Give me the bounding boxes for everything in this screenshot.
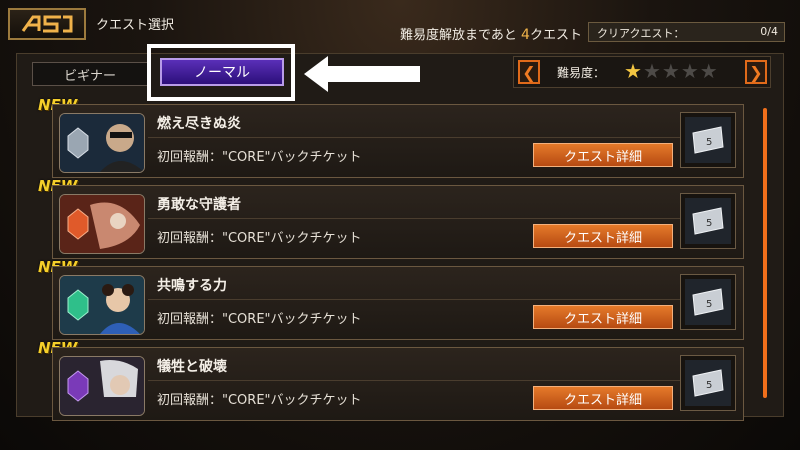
- core-ticket-icon: 5: [685, 198, 731, 244]
- quest-reward: 初回報酬："CORE"バックチケット: [157, 231, 362, 246]
- divider: [148, 137, 732, 138]
- quest-name: 犠牲と破壊: [157, 359, 227, 375]
- annotation-highlight-box: [147, 44, 295, 101]
- quest-detail-button[interactable]: クエスト詳細: [533, 386, 673, 410]
- quest-item-1[interactable]: 燃え尽きぬ炎 初回報酬："CORE"バックチケット クエスト詳細: [52, 104, 744, 178]
- core-ticket-icon: 5: [685, 279, 731, 325]
- ticket-number: 5: [706, 218, 712, 229]
- quest-portrait: [59, 356, 145, 416]
- unlock-count: 4: [521, 27, 530, 43]
- divider: [148, 299, 732, 300]
- scrollbar[interactable]: [763, 108, 767, 398]
- clear-quest-label: クリアクエスト：: [597, 27, 685, 40]
- reward-ticket[interactable]: 5: [680, 355, 736, 411]
- quest-item-2[interactable]: 勇敢な守護者 初回報酬："CORE"バックチケット クエスト詳細: [52, 185, 744, 259]
- quest-reward: 初回報酬："CORE"バックチケット: [157, 393, 362, 408]
- divider: [148, 218, 732, 219]
- star-empty-icon: ★: [699, 59, 718, 83]
- star-empty-icon: ★: [661, 59, 680, 83]
- quest-name: 勇敢な守護者: [157, 197, 241, 213]
- unlock-suffix: クエスト: [529, 28, 582, 43]
- quest-name: 燃え尽きぬ炎: [157, 116, 241, 132]
- quest-portrait: [59, 194, 145, 254]
- quest-reward: 初回報酬："CORE"バックチケット: [157, 150, 362, 165]
- back-button[interactable]: [8, 8, 86, 40]
- tab-beginner[interactable]: ビギナー: [32, 62, 148, 86]
- chevron-left-icon[interactable]: ❮: [518, 60, 540, 84]
- game-logo-icon: [21, 15, 73, 33]
- difficulty-stars: ★ ★ ★ ★ ★: [624, 60, 718, 82]
- ticket-number: 5: [706, 299, 712, 310]
- quest-reward: 初回報酬："CORE"バックチケット: [157, 312, 362, 327]
- clear-quest-counter: クリアクエスト： 0/4: [588, 22, 785, 42]
- core-ticket-icon: 5: [685, 117, 731, 163]
- quest-detail-button[interactable]: クエスト詳細: [533, 143, 673, 167]
- chevron-right-icon[interactable]: ❯: [745, 60, 767, 84]
- quest-detail-button[interactable]: クエスト詳細: [533, 305, 673, 329]
- quest-portrait: [59, 275, 145, 335]
- core-ticket-icon: 5: [685, 360, 731, 406]
- clear-quest-value: 0/4: [760, 25, 778, 38]
- ticket-number: 5: [706, 137, 712, 148]
- quest-name: 共鳴する力: [157, 278, 227, 294]
- star-empty-icon: ★: [642, 59, 661, 83]
- unlock-prefix: 難易度解放まであと: [400, 28, 517, 43]
- quest-detail-button[interactable]: クエスト詳細: [533, 224, 673, 248]
- difficulty-label: 難易度：: [557, 66, 606, 80]
- screen-title: クエスト選択: [96, 18, 175, 33]
- star-filled-icon: ★: [624, 59, 642, 83]
- divider: [148, 380, 732, 381]
- unlock-progress-text: 難易度解放まであと 4クエスト: [400, 24, 582, 43]
- annotation-arrow-icon: [304, 56, 420, 92]
- reward-ticket[interactable]: 5: [680, 112, 736, 168]
- quest-item-3[interactable]: 共鳴する力 初回報酬："CORE"バックチケット クエスト詳細: [52, 266, 744, 340]
- ticket-number: 5: [706, 380, 712, 391]
- reward-ticket[interactable]: 5: [680, 193, 736, 249]
- star-empty-icon: ★: [680, 59, 699, 83]
- quest-item-4[interactable]: 犠牲と破壊 初回報酬："CORE"バックチケット クエスト詳細: [52, 347, 744, 421]
- top-bar: クエスト選択 難易度解放まであと 4クエスト クリアクエスト： 0/4: [0, 0, 800, 44]
- reward-ticket[interactable]: 5: [680, 274, 736, 330]
- quest-portrait: [59, 113, 145, 173]
